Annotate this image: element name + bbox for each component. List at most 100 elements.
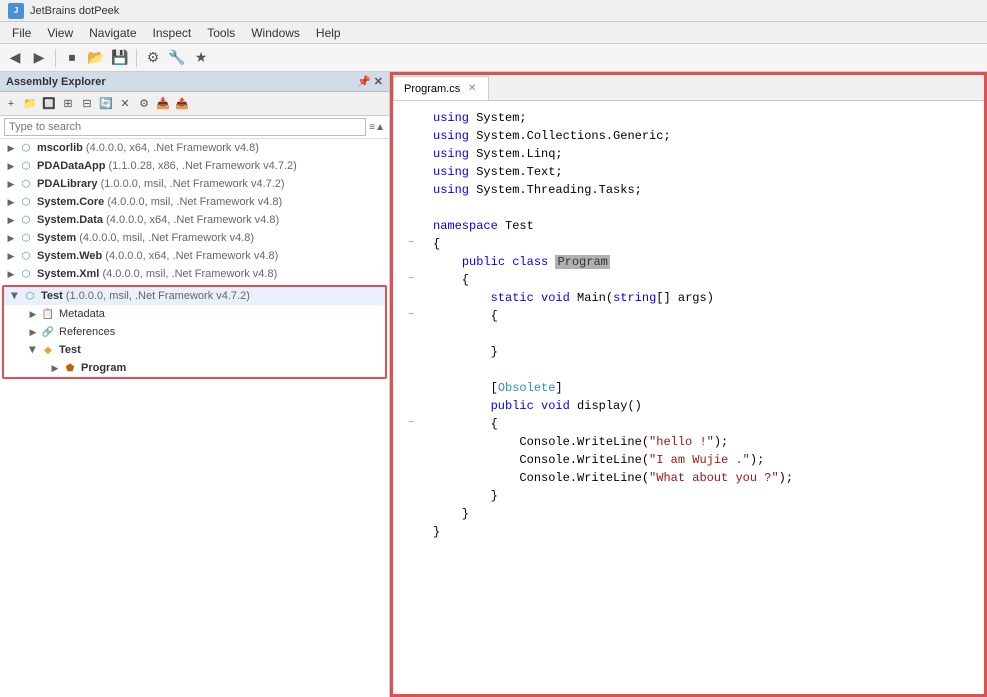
- tree-item-mscorlib[interactable]: ▶ ⬡ mscorlib (4.0.0.0, x64, .Net Framewo…: [0, 139, 389, 157]
- tree-item-test-namespace[interactable]: ▶ ◆ Test: [4, 341, 385, 359]
- sidebar-header-icons: 📌 ✕: [357, 75, 383, 88]
- assembly-icon-system-data: ⬡: [18, 212, 34, 228]
- code-line-14: }: [397, 343, 980, 361]
- code-content-15: [433, 361, 976, 379]
- code-editor[interactable]: using System; using System.Collections.G…: [393, 101, 984, 694]
- menu-inspect[interactable]: Inspect: [145, 24, 200, 42]
- search-expand-icon[interactable]: ▲: [375, 122, 385, 133]
- tree-item-system[interactable]: ▶ ⬡ System (4.0.0.0, msil, .Net Framewor…: [0, 229, 389, 247]
- pin-icon[interactable]: 📌: [357, 75, 371, 88]
- code-line-22: }: [397, 487, 980, 505]
- sync-button[interactable]: 🔄: [97, 95, 115, 113]
- open-folder-button[interactable]: 📁: [21, 95, 39, 113]
- toolbar-separator-1: [55, 49, 56, 67]
- tree-arrow-system-web[interactable]: ▶: [4, 249, 18, 263]
- menu-tools[interactable]: Tools: [199, 24, 243, 42]
- close-icon[interactable]: ✕: [374, 75, 383, 88]
- fold-indicator-8[interactable]: −: [408, 235, 414, 253]
- code-content-24: }: [433, 523, 976, 541]
- tree-item-metadata[interactable]: ▶ 📋 Metadata: [4, 305, 385, 323]
- menu-file[interactable]: File: [4, 24, 39, 42]
- code-line-5: using System.Threading.Tasks;: [397, 181, 980, 199]
- assembly-icon-system-web: ⬡: [18, 248, 34, 264]
- tree-arrow-metadata[interactable]: ▶: [26, 307, 40, 321]
- filter-button[interactable]: 🔲: [40, 95, 58, 113]
- open-button[interactable]: 📂: [85, 47, 107, 69]
- toolbar-separator-2: [136, 49, 137, 67]
- tree-arrow-mscorlib[interactable]: ▶: [4, 141, 18, 155]
- code-content-7: namespace Test: [433, 217, 976, 235]
- tree-arrow-test[interactable]: ▶: [8, 289, 22, 303]
- menu-windows[interactable]: Windows: [243, 24, 308, 42]
- code-content-23: }: [433, 505, 976, 523]
- tree-item-program[interactable]: ▶ ⬟ Program: [4, 359, 385, 377]
- add-assembly-button[interactable]: +: [2, 95, 20, 113]
- code-line-7: namespace Test: [397, 217, 980, 235]
- assembly-icon-pdadataapp: ⬡: [18, 158, 34, 174]
- code-line-11: static void Main(string[] args): [397, 289, 980, 307]
- sidebar-title: Assembly Explorer: [6, 76, 106, 88]
- code-line-9: public class Program: [397, 253, 980, 271]
- collapse-all-button[interactable]: ⊟: [78, 95, 96, 113]
- export-button[interactable]: 📤: [173, 95, 191, 113]
- tree-item-system-xml[interactable]: ▶ ⬡ System.Xml (4.0.0.0, msil, .Net Fram…: [0, 265, 389, 283]
- tool-button[interactable]: 🔧: [166, 47, 188, 69]
- tree-item-pdalibrary[interactable]: ▶ ⬡ PDALibrary (1.0.0.0, msil, .Net Fram…: [0, 175, 389, 193]
- tree-arrow-pdalibrary[interactable]: ▶: [4, 177, 18, 191]
- toolbar: ◀ ▶ ⏹ 📂 💾 ⚙ 🔧 ★: [0, 44, 987, 72]
- code-line-12: − {: [397, 307, 980, 325]
- code-line-17: public void display(): [397, 397, 980, 415]
- code-line-10: − {: [397, 271, 980, 289]
- menu-navigate[interactable]: Navigate: [81, 24, 144, 42]
- fold-indicator-10[interactable]: −: [408, 271, 414, 289]
- code-content-21: Console.WriteLine("What about you ?");: [433, 469, 976, 487]
- code-content-4: using System.Text;: [433, 163, 976, 181]
- tree-arrow-system-data[interactable]: ▶: [4, 213, 18, 227]
- tree-item-system-data[interactable]: ▶ ⬡ System.Data (4.0.0.0, x64, .Net Fram…: [0, 211, 389, 229]
- settings2-button[interactable]: ⚙: [135, 95, 153, 113]
- code-content-3: using System.Linq;: [433, 145, 976, 163]
- tree-arrow-pdadataapp[interactable]: ▶: [4, 159, 18, 173]
- tree-item-references[interactable]: ▶ 🔗 References: [4, 323, 385, 341]
- fold-indicator-18[interactable]: −: [408, 415, 414, 433]
- search-input[interactable]: [4, 118, 366, 136]
- save-button[interactable]: 💾: [109, 47, 131, 69]
- tree-label-system: System (4.0.0.0, msil, .Net Framework v4…: [37, 232, 254, 244]
- code-line-24: }: [397, 523, 980, 541]
- settings-button[interactable]: ⚙: [142, 47, 164, 69]
- tree-item-pdadataapp[interactable]: ▶ ⬡ PDADataApp (1.1.0.28, x86, .Net Fram…: [0, 157, 389, 175]
- remove-button[interactable]: ✕: [116, 95, 134, 113]
- tree-arrow-test-namespace[interactable]: ▶: [26, 343, 40, 357]
- highlighted-section: ▶ ⬡ Test (1.0.0.0, msil, .Net Framework …: [2, 285, 387, 379]
- tab-label: Program.cs: [404, 83, 460, 95]
- fold-indicator-12[interactable]: −: [408, 307, 414, 325]
- stop-button[interactable]: ⏹: [61, 47, 83, 69]
- sidebar-toolbar: + 📁 🔲 ⊞ ⊟ 🔄 ✕ ⚙ 📥 📤: [0, 92, 389, 116]
- tree-arrow-system-core[interactable]: ▶: [4, 195, 18, 209]
- tab-close-button[interactable]: ✕: [466, 83, 478, 95]
- code-line-13: [397, 325, 980, 343]
- menu-view[interactable]: View: [39, 24, 81, 42]
- tree-item-system-core[interactable]: ▶ ⬡ System.Core (4.0.0.0, msil, .Net Fra…: [0, 193, 389, 211]
- code-content-2: using System.Collections.Generic;: [433, 127, 976, 145]
- assembly-icon-system-core: ⬡: [18, 194, 34, 210]
- menu-help[interactable]: Help: [308, 24, 349, 42]
- star-button[interactable]: ★: [190, 47, 212, 69]
- sidebar-header: Assembly Explorer 📌 ✕: [0, 72, 389, 92]
- code-content-14: }: [433, 343, 976, 361]
- tree-item-system-web[interactable]: ▶ ⬡ System.Web (4.0.0.0, x64, .Net Frame…: [0, 247, 389, 265]
- expand-all-button[interactable]: ⊞: [59, 95, 77, 113]
- tree-arrow-references[interactable]: ▶: [26, 325, 40, 339]
- tree-label-program: Program: [81, 362, 126, 374]
- tree-arrow-system-xml[interactable]: ▶: [4, 267, 18, 281]
- tree-label-system-xml: System.Xml (4.0.0.0, msil, .Net Framewor…: [37, 268, 277, 280]
- tree-label-pdadataapp: PDADataApp (1.1.0.28, x86, .Net Framewor…: [37, 160, 297, 172]
- tab-program-cs[interactable]: Program.cs ✕: [393, 76, 489, 100]
- forward-button[interactable]: ▶: [28, 47, 50, 69]
- import-button[interactable]: 📥: [154, 95, 172, 113]
- tree-item-test[interactable]: ▶ ⬡ Test (1.0.0.0, msil, .Net Framework …: [4, 287, 385, 305]
- assembly-explorer: Assembly Explorer 📌 ✕ + 📁 🔲 ⊞ ⊟ 🔄 ✕ ⚙ 📥 …: [0, 72, 390, 697]
- tree-arrow-program[interactable]: ▶: [48, 361, 62, 375]
- tree-arrow-system[interactable]: ▶: [4, 231, 18, 245]
- back-button[interactable]: ◀: [4, 47, 26, 69]
